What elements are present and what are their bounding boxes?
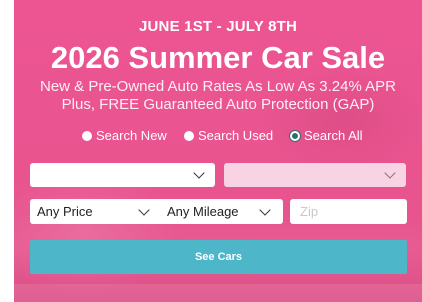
search-all-label: Search All (304, 128, 363, 143)
search-new-radio[interactable]: Search New (82, 128, 167, 143)
radio-unselected-icon[interactable] (184, 130, 194, 141)
sale-subtitle: New & Pre-Owned Auto Rates As Low As 3.2… (14, 78, 422, 114)
sale-subtitle-line-2: Plus, FREE Guaranteed Auto Protection (G… (61, 96, 375, 113)
chevron-down-icon (138, 203, 150, 216)
make-select[interactable] (30, 163, 215, 187)
search-type-radio-group: Search New Search Used Search All (14, 128, 422, 144)
zip-input[interactable] (290, 199, 407, 224)
sale-title: 2026 Summer Car Sale (50, 40, 386, 75)
sale-subtitle-line-1: New & Pre-Owned Auto Rates As Low As 3.2… (39, 78, 396, 95)
chevron-down-icon (193, 167, 205, 179)
search-new-label: Search New (96, 128, 167, 143)
sale-date-range: JUNE 1ST - JULY 8TH (138, 18, 298, 35)
car-sale-search-widget: JUNE 1ST - JULY 8TH 2026 Summer Car Sale… (14, 0, 422, 302)
search-all-radio[interactable]: Search All (290, 128, 363, 143)
chevron-down-icon (384, 167, 396, 179)
search-used-radio[interactable]: Search Used (184, 128, 273, 143)
see-cars-button[interactable]: See Cars (30, 240, 407, 274)
chevron-down-icon (259, 203, 271, 216)
search-used-label: Search Used (198, 128, 274, 143)
price-select-value: Any Price (37, 204, 93, 219)
radio-selected-icon[interactable] (290, 130, 300, 141)
radio-unselected-icon[interactable] (82, 130, 92, 141)
mileage-select[interactable]: Any Mileage (159, 199, 283, 224)
mileage-select-value: Any Mileage (167, 204, 239, 219)
price-select[interactable]: Any Price (30, 199, 164, 224)
model-select[interactable] (224, 163, 406, 187)
